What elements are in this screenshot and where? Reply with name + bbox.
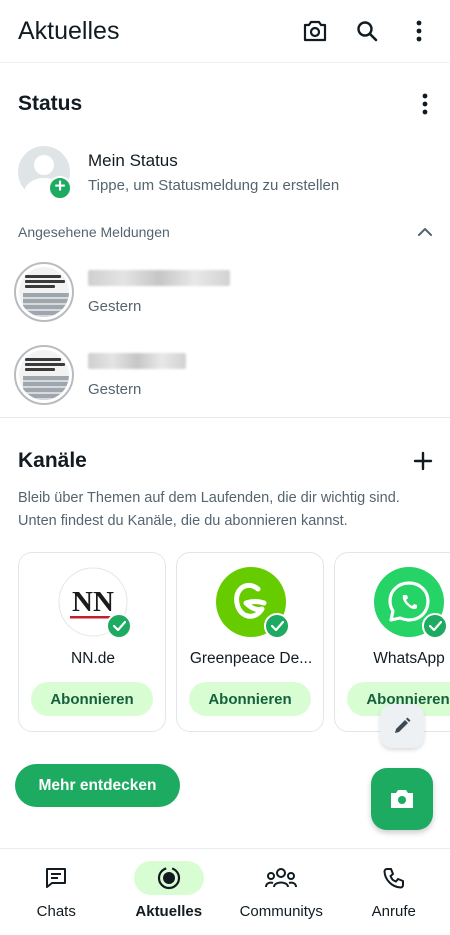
status-time: Gestern <box>88 297 142 315</box>
bottom-navigation: Chats Aktuelles Communitys Anrufe <box>0 848 450 935</box>
channels-description: Bleib über Themen auf dem Laufenden, die… <box>18 490 400 529</box>
my-status-row[interactable]: + Mein Status Tippe, um Statusmeldung zu… <box>18 144 438 200</box>
header-divider <box>0 62 450 63</box>
status-more-icon[interactable] <box>412 91 438 117</box>
nav-label: Aktuelles <box>135 903 203 920</box>
status-thumbnail <box>19 350 69 400</box>
status-header: Status <box>18 88 438 120</box>
nn-logo-text: NN <box>72 586 114 618</box>
channel-card-nn[interactable]: NN NN.de Abonnieren <box>18 552 166 732</box>
edit-text-status-button[interactable] <box>380 704 424 748</box>
channel-name: WhatsApp <box>373 650 445 667</box>
my-status-name: Mein Status <box>88 150 178 170</box>
channels-header: Kanäle <box>18 446 436 476</box>
updates-icon <box>157 866 180 890</box>
greenpeace-logo-icon <box>216 567 290 639</box>
channel-name: NN.de <box>71 650 115 667</box>
status-ring <box>14 345 74 405</box>
verified-badge-icon <box>106 613 132 639</box>
calls-icon <box>383 868 404 889</box>
camera-icon <box>391 790 413 808</box>
discover-more-button[interactable]: Mehr entdecken <box>15 764 180 807</box>
add-channel-icon[interactable] <box>410 448 436 474</box>
nn-logo-icon: NN <box>58 567 132 639</box>
nav-calls[interactable]: Anrufe <box>338 849 450 935</box>
nav-label: Communitys <box>239 903 323 920</box>
channels-title: Kanäle <box>18 449 87 472</box>
page-title: Aktuelles <box>18 16 120 45</box>
channel-name: Greenpeace De... <box>189 650 313 667</box>
chevron-up-icon[interactable] <box>418 223 432 241</box>
camera-fab-button[interactable] <box>371 768 433 830</box>
status-thumbnail <box>19 267 69 317</box>
nav-updates[interactable]: Aktuelles <box>113 849 226 935</box>
pencil-icon <box>395 717 411 733</box>
nav-communities[interactable]: Communitys <box>225 849 338 935</box>
viewed-updates-label: Angesehene Meldungen <box>18 224 170 240</box>
more-vert-icon[interactable] <box>406 18 432 44</box>
viewed-updates-header[interactable]: Angesehene Meldungen <box>18 222 432 242</box>
nav-label: Chats <box>36 903 76 920</box>
status-time: Gestern <box>88 380 142 398</box>
my-status-subtitle: Tippe, um Statusmeldung zu erstellen <box>88 176 340 194</box>
communities-icon <box>265 868 298 888</box>
section-divider <box>0 417 450 418</box>
status-ring <box>14 262 74 322</box>
blurred-contact-name <box>88 352 186 369</box>
verified-badge-icon <box>264 613 290 639</box>
channel-card-greenpeace[interactable]: Greenpeace De... Abonnieren <box>176 552 324 732</box>
status-title: Status <box>18 92 83 115</box>
avatar: + <box>18 146 72 200</box>
verified-badge-icon <box>422 613 448 639</box>
camera-icon[interactable] <box>302 18 328 44</box>
status-item[interactable]: Gestern <box>14 261 434 323</box>
add-status-icon: + <box>48 176 72 200</box>
blurred-contact-name <box>88 269 230 286</box>
status-item[interactable]: Gestern <box>14 344 434 406</box>
chats-icon <box>46 868 67 888</box>
subscribe-button[interactable]: Abonnieren <box>189 682 311 716</box>
search-icon[interactable] <box>354 18 380 44</box>
nav-chats[interactable]: Chats <box>0 849 113 935</box>
subscribe-button[interactable]: Abonnieren <box>31 682 153 716</box>
nav-label: Anrufe <box>371 903 416 920</box>
whatsapp-logo-icon <box>374 567 448 639</box>
top-app-bar: Aktuelles <box>0 0 450 62</box>
